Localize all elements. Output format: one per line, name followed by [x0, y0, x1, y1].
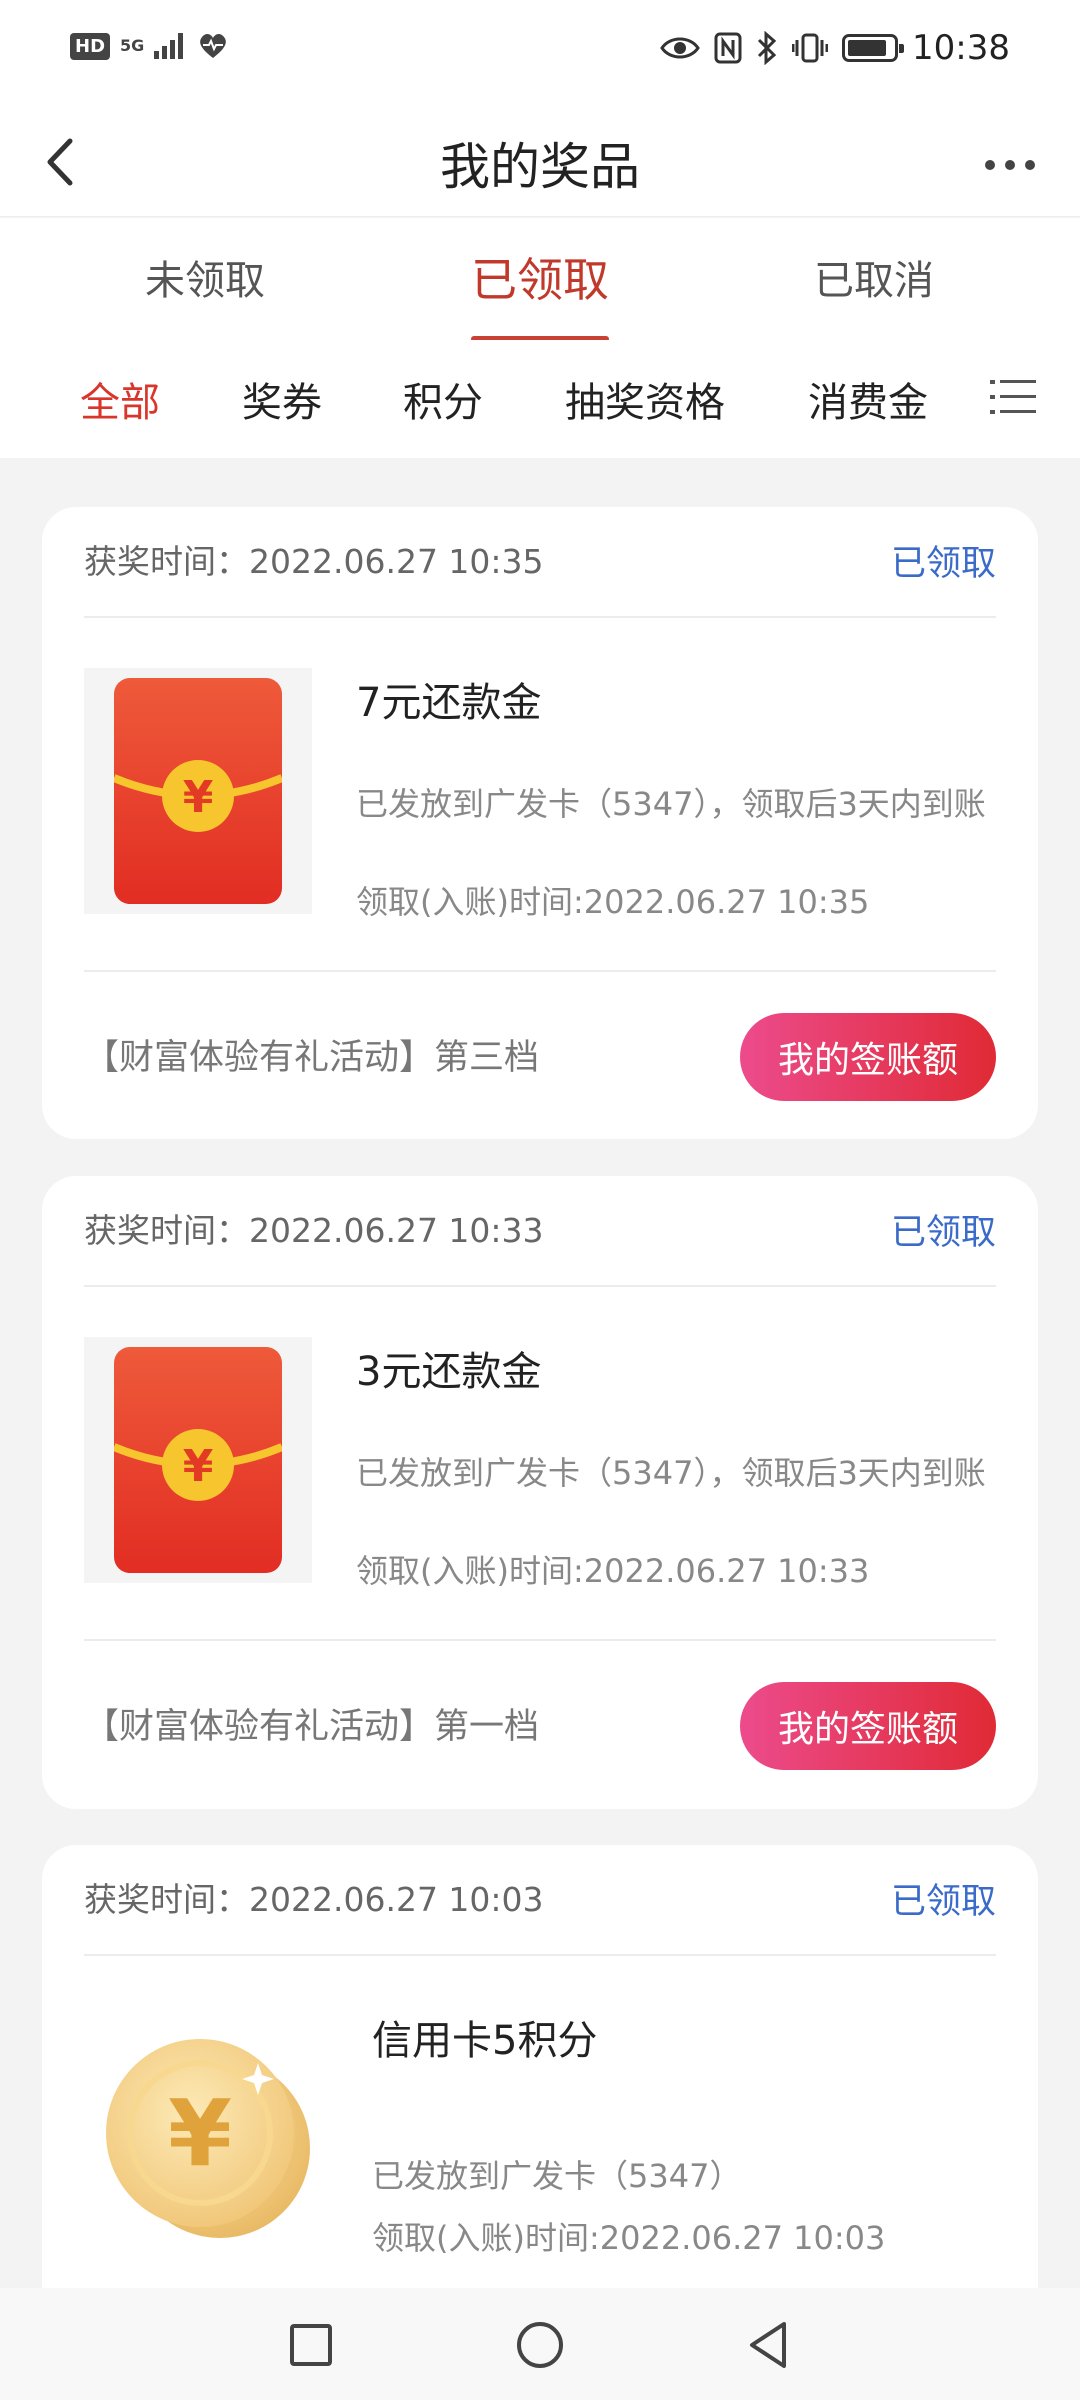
prize-description: 已发放到广发卡（5347），领取后3天内到账 — [356, 785, 986, 823]
activity-name: 【财富体验有礼活动】第一档 — [84, 1707, 540, 1747]
prize-description: 已发放到广发卡（5347） — [372, 2157, 742, 2195]
filter-points[interactable]: 积分 — [403, 370, 483, 428]
prize-description: 已发放到广发卡（5347），领取后3天内到账 — [356, 1454, 986, 1492]
tab-unclaimed[interactable]: 未领取 — [145, 248, 265, 306]
status-right: 10:38 — [660, 28, 1010, 68]
card-header: 获奖时间：2022.06.27 10:35 已领取 — [84, 535, 996, 591]
divider — [84, 1639, 996, 1641]
vibrate-icon — [792, 33, 829, 63]
prize-name: 信用卡5积分 — [372, 2018, 598, 2064]
app-header: 我的奖品 — [0, 105, 1080, 217]
red-envelope-icon: ¥ — [114, 1347, 282, 1573]
gold-coin-icon: ¥ — [106, 2039, 310, 2238]
claim-time: 领取(入账)时间:2022.06.27 10:35 — [356, 883, 870, 921]
back-triangle-icon[interactable] — [740, 2316, 798, 2374]
prize-thumbnail: ¥ — [84, 668, 312, 914]
status-bar: HD 5G 10:38 — [0, 0, 1080, 105]
status-left: HD 5G — [70, 32, 228, 60]
divider — [84, 970, 996, 972]
award-time: 获奖时间：2022.06.27 10:35 — [84, 542, 544, 581]
system-nav-bar — [0, 2288, 1080, 2400]
award-time: 获奖时间：2022.06.27 10:03 — [84, 1880, 544, 1919]
filter-all[interactable]: 全部 — [80, 370, 160, 428]
eye-icon — [660, 37, 700, 59]
prize-name: 3元还款金 — [356, 1349, 542, 1395]
prize-card[interactable]: 获奖时间：2022.06.27 10:33 已领取 ¥ 3元还款金 已发放到广发… — [42, 1176, 1038, 1809]
award-time: 获奖时间：2022.06.27 10:33 — [84, 1211, 544, 1250]
claim-time: 领取(入账)时间:2022.06.27 10:03 — [372, 2219, 886, 2257]
claim-status: 已领取 — [890, 544, 996, 584]
recent-apps-icon[interactable] — [282, 2316, 340, 2374]
signal-icon — [154, 33, 184, 59]
filter-coupons[interactable]: 奖券 — [242, 370, 322, 428]
red-envelope-icon: ¥ — [114, 678, 282, 904]
prize-name: 7元还款金 — [356, 680, 542, 726]
health-icon — [200, 34, 227, 58]
claim-status: 已领取 — [890, 1213, 996, 1253]
svg-text:¥: ¥ — [183, 772, 214, 823]
filter-spending-credit[interactable]: 消费金 — [808, 370, 928, 428]
card-header: 获奖时间：2022.06.27 10:33 已领取 — [84, 1204, 996, 1260]
prize-thumbnail: ¥ — [84, 1337, 312, 1583]
battery-icon — [842, 34, 905, 62]
status-time: 10:38 — [912, 28, 1010, 68]
main-tabs: 未领取 已领取 已取消 — [0, 218, 1080, 340]
divider — [84, 1954, 996, 1956]
svg-text:¥: ¥ — [183, 1441, 214, 1492]
activity-name: 【财富体验有礼活动】第三档 — [84, 1038, 540, 1078]
nfc-icon — [714, 32, 742, 64]
claim-status: 已领取 — [890, 1882, 996, 1922]
bluetooth-icon — [757, 31, 777, 65]
list-menu-icon[interactable] — [988, 372, 1038, 422]
hd-icon: HD — [70, 32, 111, 60]
more-horizontal-icon[interactable] — [980, 135, 1040, 195]
my-signing-amount-button[interactable]: 我的签账额 — [740, 1013, 996, 1101]
my-signing-amount-button[interactable]: 我的签账额 — [740, 1682, 996, 1770]
tab-cancelled[interactable]: 已取消 — [814, 248, 934, 306]
tab-claimed[interactable]: 已领取 — [471, 244, 609, 310]
divider — [84, 616, 996, 618]
prize-card[interactable]: 获奖时间：2022.06.27 10:35 已领取 ¥ 7元还款金 已发放到广发… — [42, 507, 1038, 1139]
divider — [84, 1285, 996, 1287]
page-title: 我的奖品 — [440, 138, 640, 196]
claim-time: 领取(入账)时间:2022.06.27 10:33 — [356, 1552, 870, 1590]
home-icon[interactable] — [511, 2316, 569, 2374]
filter-bar: 全部 奖券 积分 抽奖资格 消费金 — [0, 340, 1080, 458]
filter-lottery[interactable]: 抽奖资格 — [565, 370, 725, 428]
network-type: 5G — [120, 36, 145, 55]
prize-card[interactable]: 获奖时间：2022.06.27 10:03 已领取 ¥ 信用卡5积分 已发放到广… — [42, 1845, 1038, 2288]
card-header: 获奖时间：2022.06.27 10:03 已领取 — [84, 1873, 996, 1929]
svg-text:¥: ¥ — [168, 2080, 232, 2187]
